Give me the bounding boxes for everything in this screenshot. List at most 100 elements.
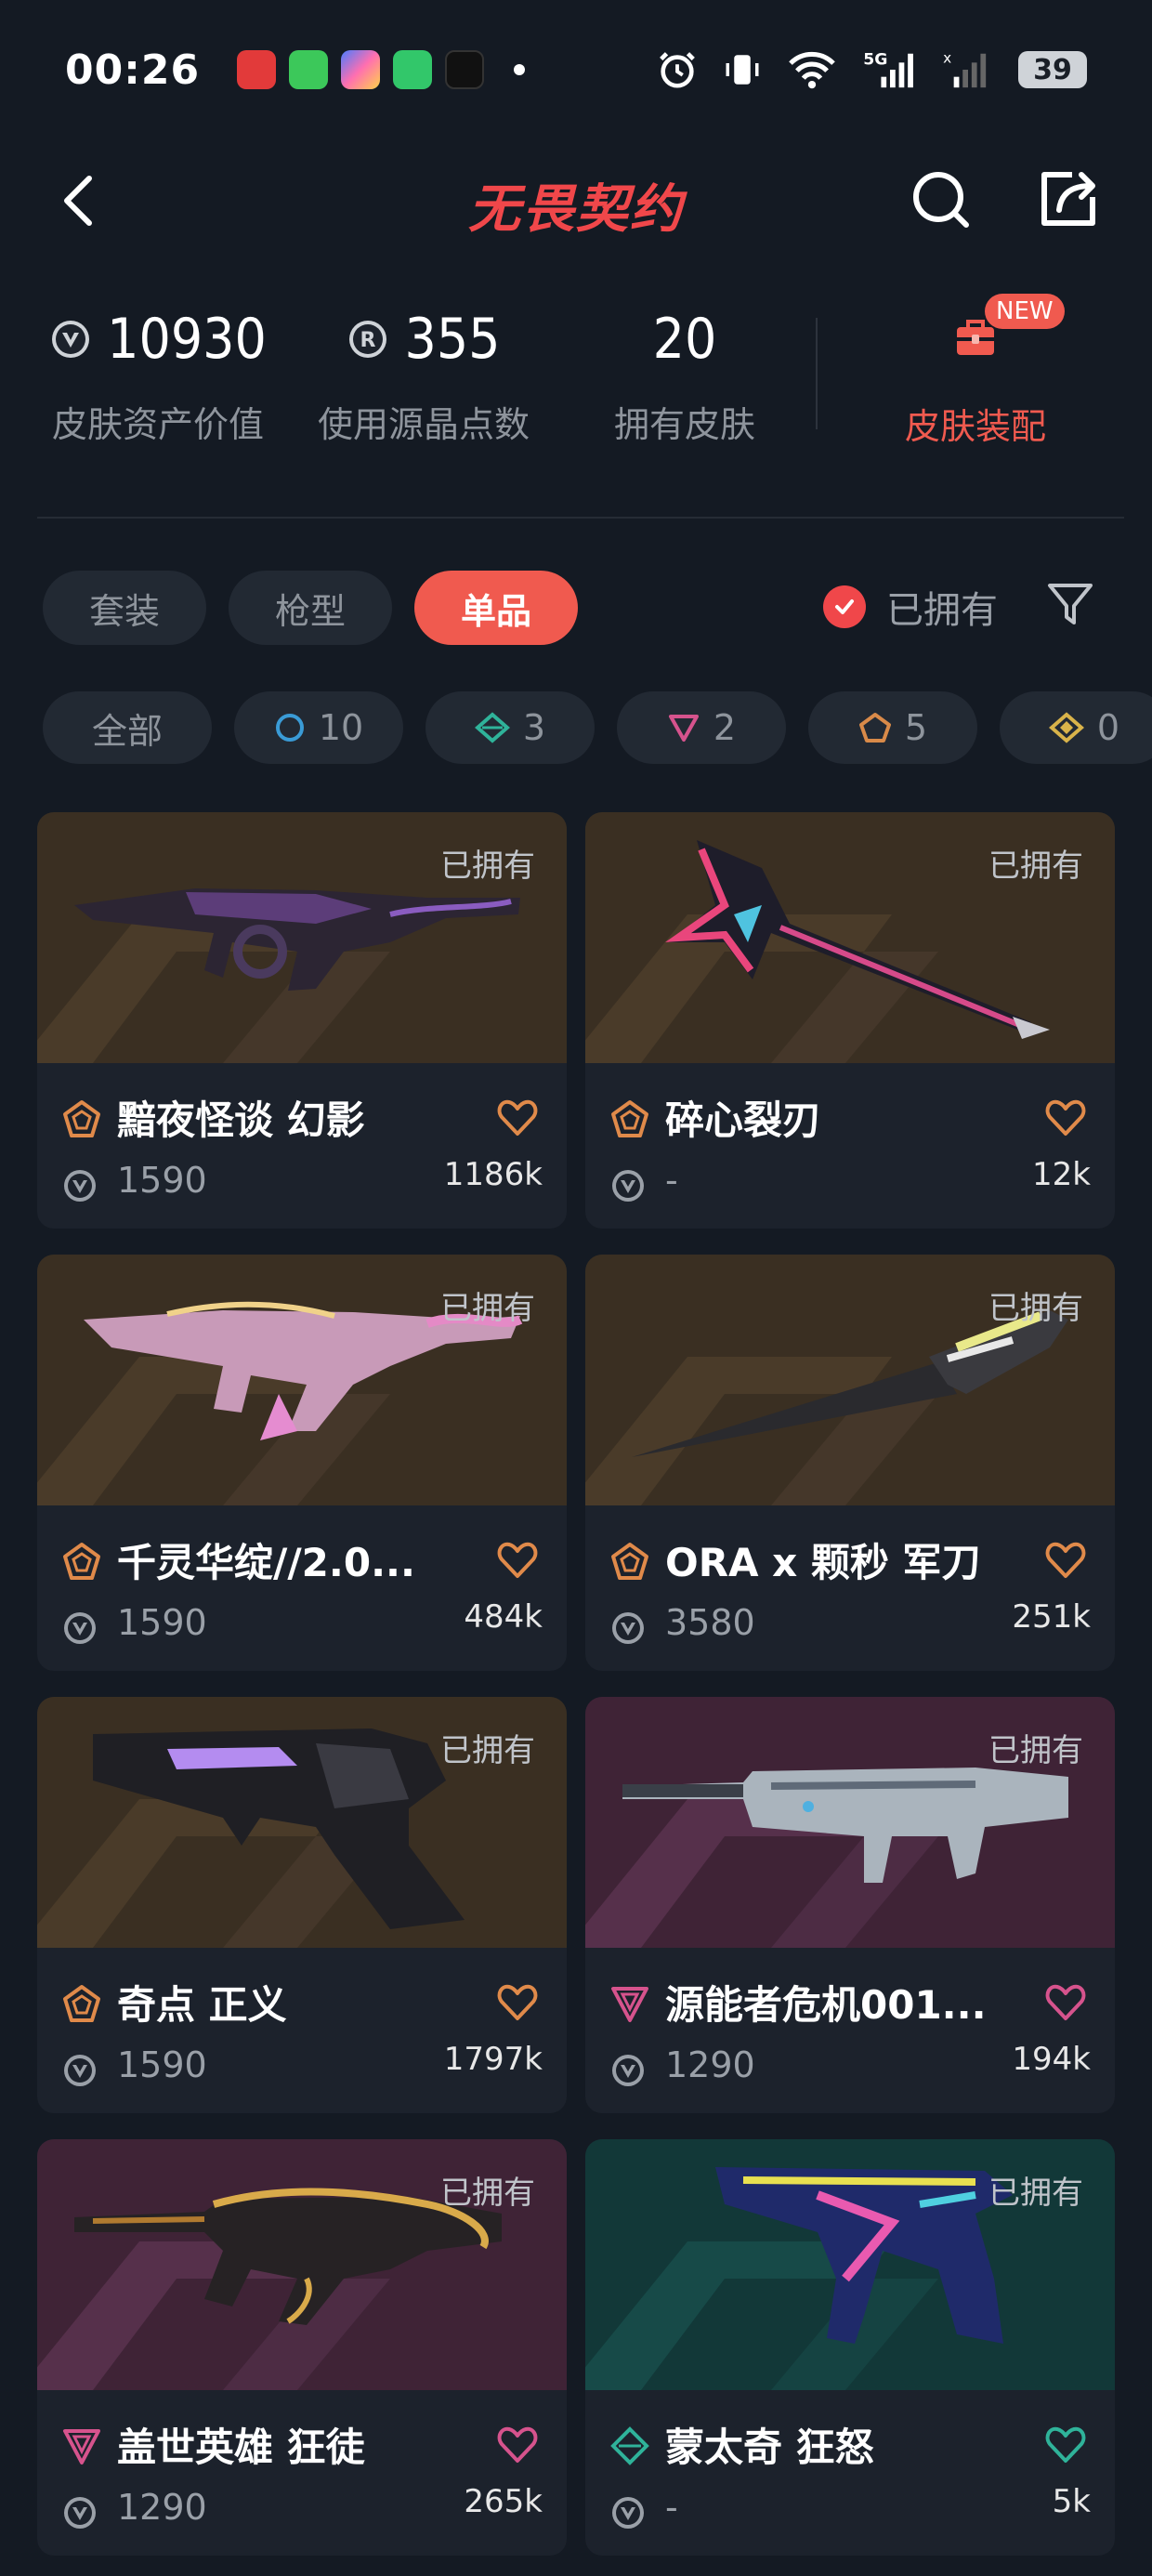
skin-card[interactable]: 已拥有 碎心裂刃 - 12k	[585, 812, 1115, 1229]
notification-icons	[237, 50, 526, 89]
diamond-icon	[610, 2426, 649, 2465]
section-divider	[37, 517, 1124, 519]
skin-price: 1290	[117, 2487, 207, 2528]
likes-count: 484k	[464, 1598, 543, 1636]
chip-count: 3	[522, 707, 546, 748]
skin-card[interactable]: 已拥有 千灵华绽//2.0... 1590 484k	[37, 1255, 567, 1671]
chip-all-label: 全部	[91, 710, 163, 752]
pentagon-icon	[63, 1985, 100, 2022]
app-header: 无畏契约	[0, 139, 1152, 260]
valorant-points-icon	[64, 1170, 96, 1202]
owned-tag: 已拥有	[440, 848, 535, 885]
skin-price: 1590	[117, 1160, 207, 1201]
skin-card[interactable]: 已拥有 源能者危机001... 1290 194k	[585, 1697, 1115, 2113]
status-bar: 00:26 5G x 39	[0, 0, 1152, 139]
diamond-icon	[474, 712, 510, 743]
heart-icon[interactable]	[1044, 2424, 1087, 2466]
likes-count: 1797k	[443, 2041, 543, 2078]
chip-ultra-tier[interactable]: 0	[1000, 691, 1152, 764]
filter-icon[interactable]	[1044, 578, 1096, 630]
pentagon-icon	[63, 1543, 100, 1580]
chip-all[interactable]: 全部	[43, 691, 212, 764]
status-time: 00:26	[65, 46, 201, 94]
chip-count: 2	[713, 707, 737, 748]
skin-card[interactable]: 已拥有 奇点 正义 1590 1797k	[37, 1697, 567, 2113]
skin-card[interactable]: 已拥有 ORA x 颗秒 军刀 3580 251k	[585, 1255, 1115, 1671]
chip-select-tier[interactable]: 10	[234, 691, 403, 764]
triangle-icon	[63, 2429, 100, 2464]
heart-icon[interactable]	[496, 1981, 539, 2024]
skin-name: 蒙太奇 狂怒	[665, 2425, 874, 2470]
skin-card[interactable]: 已拥有 盖世英雄 狂徒 1290 265k	[37, 2139, 567, 2556]
radianite-label: 使用源晶点数	[317, 404, 530, 445]
tab-weapon-type[interactable]: 枪型	[229, 571, 393, 645]
owned-tag: 已拥有	[988, 1732, 1083, 1769]
svg-text:5G: 5G	[863, 50, 887, 69]
owned-skins-stat: 20 拥有皮肤	[578, 307, 792, 447]
share-icon[interactable]	[1031, 162, 1106, 236]
chip-deluxe-tier[interactable]: 3	[425, 691, 595, 764]
chip-exclusive-tier[interactable]: 5	[808, 691, 977, 764]
owned-filter-label: 已拥有	[886, 589, 998, 632]
heart-icon[interactable]	[1044, 1539, 1087, 1582]
valorant-points-icon	[52, 321, 90, 358]
tab-single-items[interactable]: 单品	[414, 571, 579, 645]
radianite-points-icon: R	[349, 321, 387, 358]
asset-value: 10930	[107, 307, 267, 372]
valorant-points-icon	[612, 1170, 644, 1202]
owned-skins-label: 拥有皮肤	[613, 404, 755, 445]
asset-value-stat: 10930 皮肤资产价值	[37, 307, 279, 447]
triangle-icon	[611, 1987, 648, 2022]
pentagon-icon	[611, 1543, 648, 1580]
battery-saver-notification-icon	[393, 50, 433, 89]
valorant-points-icon	[64, 2055, 96, 2086]
valorant-points-icon	[64, 2497, 96, 2529]
checkmark-icon	[823, 585, 866, 628]
battery-indicator: 39	[1018, 51, 1087, 88]
radianite-stat: R 355 使用源晶点数	[303, 307, 544, 447]
pentagon-icon	[63, 1100, 100, 1137]
owned-tag: 已拥有	[440, 1732, 535, 1769]
heart-icon[interactable]	[496, 1097, 539, 1139]
skin-price: 1590	[117, 2044, 207, 2085]
heart-icon[interactable]	[1044, 1981, 1087, 2024]
diamond-icon	[1048, 712, 1084, 743]
chip-premium-tier[interactable]: 2	[617, 691, 786, 764]
valorant-points-icon	[612, 2055, 644, 2086]
skin-name: 黯夜怪谈 幻影	[117, 1097, 365, 1143]
skin-price: 3580	[665, 1602, 755, 1643]
owned-skins-count: 20	[652, 307, 717, 372]
tab-bundles[interactable]: 套装	[43, 571, 207, 645]
skin-name: 源能者危机001...	[665, 1982, 987, 2028]
likes-count: 1186k	[443, 1156, 543, 1193]
chip-count: 10	[318, 707, 364, 748]
heart-icon[interactable]	[1044, 1097, 1087, 1139]
skin-name: 千灵华绽//2.0...	[117, 1540, 415, 1585]
vibrate-icon	[726, 55, 759, 85]
skin-price: 1290	[665, 2044, 755, 2085]
skin-outfit-label: 皮肤装配	[904, 406, 1046, 447]
chip-count: 0	[1096, 707, 1120, 748]
owned-tag: 已拥有	[988, 2175, 1083, 2212]
owned-tag: 已拥有	[440, 1290, 535, 1327]
owned-filter-toggle[interactable]: 已拥有	[823, 580, 998, 634]
skin-card[interactable]: 已拥有 蒙太奇 狂怒 - 5k	[585, 2139, 1115, 2556]
skin-name: ORA x 颗秒 军刀	[665, 1540, 981, 1585]
skin-price: -	[665, 2487, 678, 2528]
heart-icon[interactable]	[496, 2424, 539, 2466]
app-store-notification-icon	[341, 50, 381, 89]
likes-count: 251k	[1012, 1598, 1091, 1636]
skin-card[interactable]: 已拥有 黯夜怪谈 幻影 1590 1186k	[37, 812, 567, 1229]
search-icon[interactable]	[905, 162, 979, 236]
category-tabs: 套装 枪型 单品	[43, 571, 579, 645]
owned-tag: 已拥有	[988, 848, 1083, 885]
stats-summary: 10930 皮肤资产价值 R 355 使用源晶点数 20 拥有皮肤 皮肤装配 N…	[0, 288, 1152, 474]
likes-count: 12k	[1032, 1156, 1091, 1193]
pentagon-icon	[611, 1100, 648, 1137]
page-title: 无畏契约	[468, 179, 684, 240]
heart-icon[interactable]	[496, 1539, 539, 1582]
owned-tag: 已拥有	[440, 2175, 535, 2212]
svg-text:R: R	[360, 329, 376, 352]
skin-price: -	[665, 1160, 678, 1201]
likes-count: 265k	[464, 2483, 543, 2520]
